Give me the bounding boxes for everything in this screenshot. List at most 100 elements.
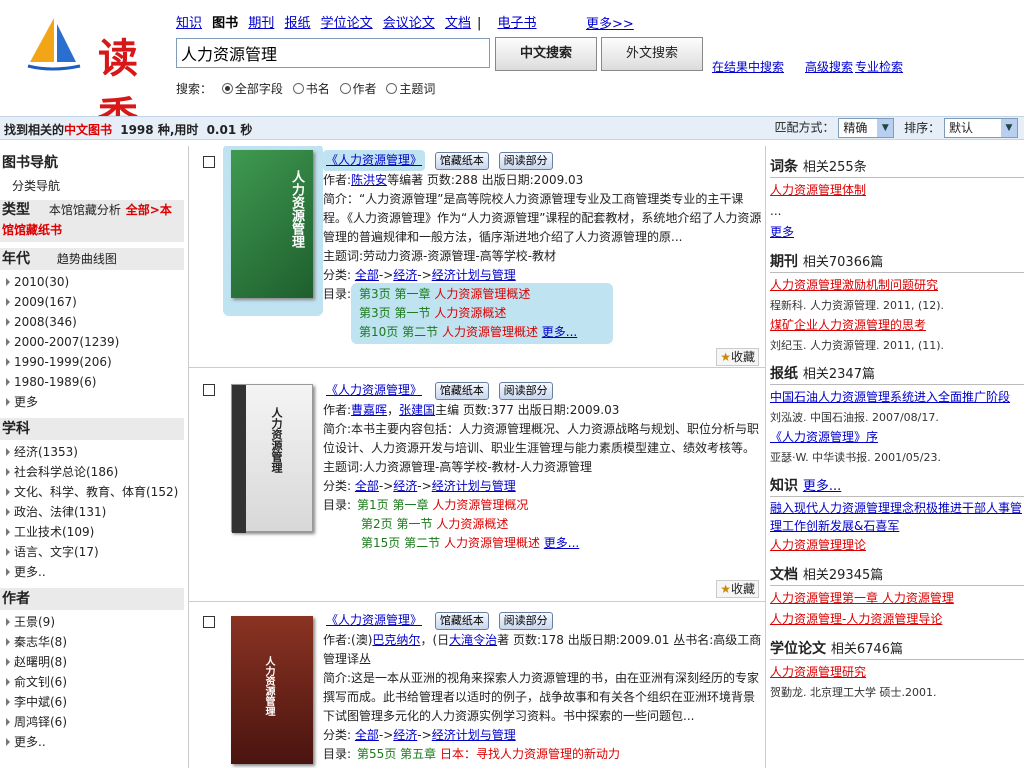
cat-link[interactable]: 经济 bbox=[393, 728, 417, 742]
radio-all-fields[interactable] bbox=[221, 83, 233, 94]
subject-more[interactable]: 更多.. bbox=[0, 562, 184, 582]
cat-link[interactable]: 全部 bbox=[355, 479, 379, 493]
more-tabs-link[interactable]: 更多>> bbox=[586, 13, 634, 32]
read-part-button[interactable]: 阅读部分 bbox=[498, 152, 553, 170]
wd-item[interactable]: 人力资源管理第一章 人力资源管理 bbox=[770, 588, 1024, 609]
tab-conference[interactable]: 会议论文 bbox=[383, 16, 435, 31]
author-item[interactable]: 王景(9) bbox=[0, 612, 184, 632]
favorite-button[interactable]: ★收藏 bbox=[716, 348, 759, 366]
cat-link[interactable]: 经济计划与管理 bbox=[432, 268, 516, 282]
toc-line[interactable]: 第15页 第二节 人力资源管理概述 更多... bbox=[361, 534, 763, 553]
author-link[interactable]: 大滝令治 bbox=[449, 633, 497, 647]
book-title-link[interactable]: 《人力资源管理》 bbox=[326, 153, 422, 167]
book-title-link[interactable]: 《人力资源管理》 bbox=[326, 613, 422, 627]
toc-line[interactable]: 第1页 第一章 人力资源管理概况 bbox=[357, 498, 528, 512]
subject-item[interactable]: 工业技术(109) bbox=[0, 522, 184, 542]
library-paper-button[interactable]: 馆藏纸本 bbox=[434, 612, 489, 630]
type-all[interactable]: 全部>本 bbox=[126, 203, 172, 217]
author-link[interactable]: 巴克纳尔 bbox=[372, 633, 420, 647]
toc-line[interactable]: 第3页 第一章 人力资源管理概述 bbox=[359, 285, 609, 304]
year-trend-link[interactable]: 趋势曲线图 bbox=[57, 252, 117, 266]
book-cover-wrap[interactable]: 人力资源管理 bbox=[223, 378, 323, 550]
author-item[interactable]: 秦志华(8) bbox=[0, 632, 184, 652]
year-item[interactable]: 1980-1989(6) bbox=[0, 372, 184, 392]
favorite-button[interactable]: ★收藏 bbox=[716, 580, 759, 598]
book-title-link[interactable]: 《人力资源管理》 bbox=[326, 383, 422, 397]
author-item[interactable]: 周鸿铎(6) bbox=[0, 712, 184, 732]
cat-link[interactable]: 经济计划与管理 bbox=[432, 479, 516, 493]
subject-item[interactable]: 经济(1353) bbox=[0, 442, 184, 462]
year-item[interactable]: 2008(346) bbox=[0, 312, 184, 332]
toc-line[interactable]: 第55页 第五章 日本：寻找人力资源管理的新动力 bbox=[357, 747, 620, 761]
subject-item[interactable]: 社会科学总论(186) bbox=[0, 462, 184, 482]
library-paper-button[interactable]: 馆藏纸本 bbox=[434, 152, 489, 170]
cat-link[interactable]: 经济 bbox=[393, 268, 417, 282]
tab-theses[interactable]: 学位论文 bbox=[321, 16, 373, 31]
author-link[interactable]: 曹嘉晖 bbox=[351, 403, 387, 417]
bz-item[interactable]: 中国石油人力资源管理系统进入全面推广阶段 bbox=[770, 387, 1024, 408]
year-more[interactable]: 更多 bbox=[0, 392, 184, 412]
subject-item[interactable]: 政治、法律(131) bbox=[0, 502, 184, 522]
author-item[interactable]: 李中斌(6) bbox=[0, 692, 184, 712]
tab-journals[interactable]: 期刊 bbox=[248, 16, 274, 31]
subject-item[interactable]: 文化、科学、教育、体育(152) bbox=[0, 482, 184, 502]
toc-more-link[interactable]: 更多... bbox=[542, 325, 577, 339]
result-checkbox[interactable] bbox=[203, 156, 215, 168]
book-cover-highlight[interactable]: 人力资源管理 bbox=[223, 146, 323, 316]
tab-ebooks[interactable]: 电子书 bbox=[497, 16, 536, 31]
toc-more-link[interactable]: 更多... bbox=[544, 536, 579, 550]
category-nav-link[interactable]: 分类导航 bbox=[0, 176, 184, 196]
wd-item[interactable]: 人力资源管理-人力资源管理导论 bbox=[770, 609, 1024, 630]
read-part-button[interactable]: 阅读部分 bbox=[498, 382, 553, 400]
subject-item[interactable]: 语言、文字(17) bbox=[0, 542, 184, 562]
radio-author[interactable] bbox=[339, 83, 351, 94]
zs-more-link[interactable]: 更多... bbox=[803, 479, 841, 494]
toc-line[interactable]: 第10页 第二节 人力资源管理概述 更多... bbox=[359, 323, 609, 342]
tab-books[interactable]: 图书 bbox=[212, 16, 238, 31]
year-item[interactable]: 2000-2007(1239) bbox=[0, 332, 184, 352]
year-item[interactable]: 2009(167) bbox=[0, 292, 184, 312]
result-checkbox[interactable] bbox=[203, 384, 215, 396]
foreign-search-button[interactable]: 外文搜索 bbox=[601, 37, 703, 71]
tab-knowledge[interactable]: 知识 bbox=[176, 16, 202, 31]
zs-item[interactable]: 融入现代人力资源管理理念积极推进干部人事管理工作创新发展&石喜军 bbox=[770, 499, 1024, 535]
local-holdings-link[interactable]: 本馆馆藏分析 bbox=[49, 203, 121, 217]
chinese-search-button[interactable]: 中文搜索 bbox=[495, 37, 597, 71]
search-in-results-link[interactable]: 在结果中搜索 bbox=[712, 58, 784, 75]
author-link[interactable]: 陈洪安 bbox=[351, 173, 387, 187]
radio-subject[interactable] bbox=[386, 83, 398, 94]
qk-item[interactable]: 煤矿企业人力资源管理的思考 bbox=[770, 315, 1024, 336]
qk-item[interactable]: 人力资源管理激励机制问题研究 bbox=[770, 275, 1024, 296]
match-select[interactable]: 精确 ▼ bbox=[838, 118, 895, 138]
read-part-button[interactable]: 阅读部分 bbox=[498, 612, 553, 630]
author-more[interactable]: 更多.. bbox=[0, 732, 184, 752]
year-item[interactable]: 1990-1999(206) bbox=[0, 352, 184, 372]
tab-newspapers[interactable]: 报纸 bbox=[284, 16, 310, 31]
advanced-search-link[interactable]: 高级搜索 bbox=[805, 58, 853, 75]
bz-item[interactable]: 《人力资源管理》序 bbox=[770, 427, 1024, 448]
author-link[interactable]: 张建国 bbox=[399, 403, 435, 417]
toc-line[interactable]: 第2页 第一节 人力资源概述 bbox=[361, 515, 763, 534]
professional-search-link[interactable]: 专业检索 bbox=[855, 58, 903, 75]
author-item[interactable]: 赵曙明(8) bbox=[0, 652, 184, 672]
xw-item[interactable]: 人力资源管理研究 bbox=[770, 662, 1024, 683]
cat-link[interactable]: 全部 bbox=[355, 268, 379, 282]
ci-item[interactable]: 人力资源管理体制 bbox=[770, 180, 1024, 201]
year-item[interactable]: 2010(30) bbox=[0, 272, 184, 292]
type-paper[interactable]: 馆馆藏纸书 bbox=[2, 223, 62, 237]
book-cover-wrap[interactable]: 人力资源管理 bbox=[223, 610, 323, 768]
ci-more-link[interactable]: 更多 bbox=[770, 222, 1024, 243]
radio-title[interactable] bbox=[292, 83, 304, 94]
duxiu-logo[interactable]: 读秀 bbox=[24, 14, 164, 140]
search-input[interactable] bbox=[176, 38, 490, 68]
sort-select[interactable]: 默认 ▼ bbox=[944, 118, 1018, 138]
tab-documents[interactable]: 文档 bbox=[445, 16, 471, 31]
cat-link[interactable]: 全部 bbox=[355, 728, 379, 742]
cat-link[interactable]: 经济计划与管理 bbox=[432, 728, 516, 742]
library-paper-button[interactable]: 馆藏纸本 bbox=[434, 382, 489, 400]
author-item[interactable]: 俞文钊(6) bbox=[0, 672, 184, 692]
cat-link[interactable]: 经济 bbox=[393, 479, 417, 493]
toc-line[interactable]: 第3页 第一节 人力资源概述 bbox=[359, 304, 609, 323]
result-checkbox[interactable] bbox=[203, 616, 215, 628]
zs-item[interactable]: 人力资源管理理论 bbox=[770, 535, 1024, 556]
